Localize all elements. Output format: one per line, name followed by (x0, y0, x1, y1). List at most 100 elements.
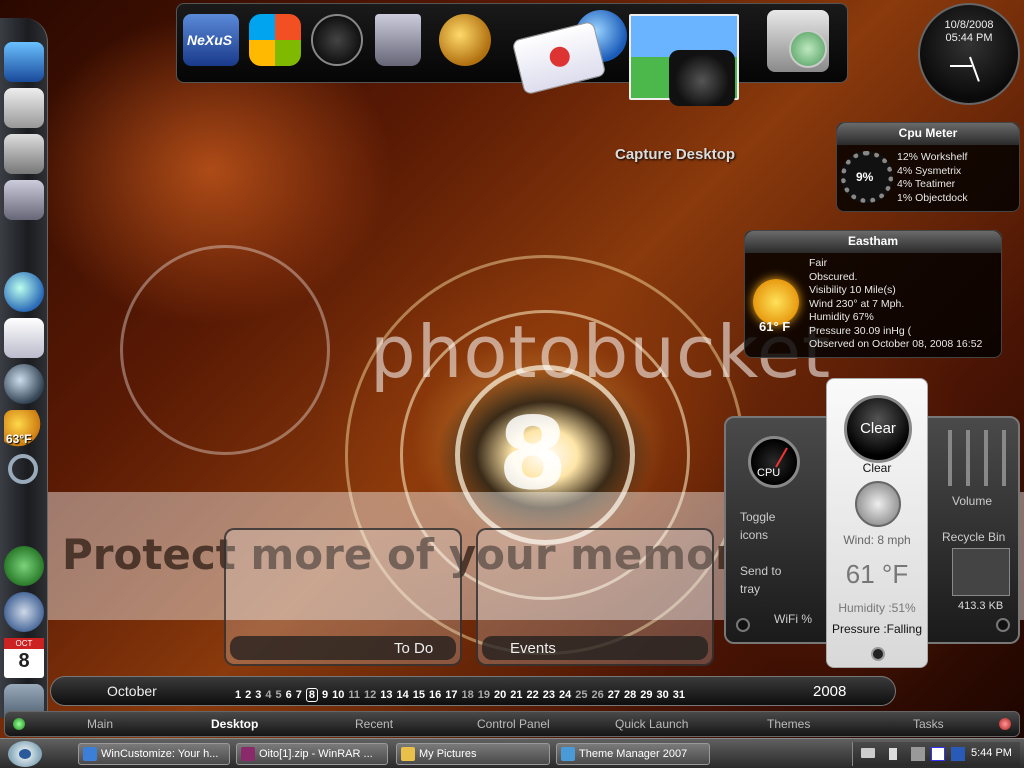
network-globe-icon[interactable] (4, 272, 44, 312)
keyboard-icon[interactable] (861, 748, 875, 758)
weather-gadget-knob[interactable] (871, 647, 885, 661)
cpu-dial-needle (775, 447, 788, 468)
calendar-day[interactable]: 29 (640, 689, 652, 701)
calendar-bar: October 1 2 3 4 5 6 7 8 9 10 11 12 13 14 15 16 17 18 19 20 2… (50, 676, 896, 706)
mail-envelope-icon[interactable] (511, 20, 607, 96)
media-player-icon[interactable] (4, 364, 44, 404)
calendar-icon[interactable]: OCT 8 (4, 638, 44, 678)
monitor-clock-face (789, 30, 827, 68)
pictures-icon[interactable] (4, 134, 44, 174)
paw-icon (19, 749, 31, 759)
calendar-day[interactable]: 27 (608, 689, 620, 701)
volume-icon[interactable] (889, 748, 897, 760)
calendar-day[interactable]: 13 (380, 689, 392, 701)
calendar-day[interactable]: 21 (510, 689, 522, 701)
recycle-bin-thumb[interactable] (952, 548, 1010, 596)
volume-slider[interactable] (1002, 430, 1006, 486)
camera-capture-icon[interactable] (629, 14, 739, 106)
network-icon[interactable] (911, 747, 925, 761)
calendar-day[interactable]: 12 (364, 689, 376, 701)
calendar-day[interactable]: 19 (478, 689, 490, 701)
taskbar-button-label: My Pictures (419, 748, 477, 760)
clock-hand-minute (950, 65, 972, 67)
send-to-tray-label[interactable]: Send to tray (740, 562, 790, 598)
menu-main[interactable]: Main (87, 717, 113, 731)
weather-big-temp: 61 °F (845, 559, 909, 589)
calendar-day[interactable]: 28 (624, 689, 636, 701)
calendar-day[interactable]: 11 (348, 689, 360, 701)
taskbar-button-browser[interactable]: WinCustomize: Your h... (78, 743, 230, 765)
right-knob[interactable] (996, 618, 1010, 632)
calendar-day[interactable]: 18 (462, 689, 474, 701)
taskbar-button-winrar[interactable]: Oito[1].zip - WinRAR ... (236, 743, 388, 765)
volume-slider[interactable] (966, 430, 970, 486)
calendar-day[interactable]: 3 (255, 689, 261, 701)
calendar-day[interactable]: 22 (527, 689, 539, 701)
start-button[interactable] (8, 741, 42, 767)
mail-tray-icon[interactable] (931, 747, 945, 761)
menu-desktop[interactable]: Desktop (211, 717, 258, 731)
calendar-day[interactable]: 9 (322, 689, 328, 701)
calendar-year-label: 2008 (813, 683, 847, 700)
menu-recent[interactable]: Recent (355, 717, 393, 731)
taskbar-clock[interactable]: 5:44 PM (971, 747, 1012, 759)
taskbar-button-theme-manager[interactable]: Theme Manager 2007 (556, 743, 710, 765)
globe-network-icon[interactable] (439, 14, 491, 66)
calendar-day[interactable]: 14 (397, 689, 409, 701)
left-dock: 63°F OCT 8 (0, 18, 48, 724)
menu-control-panel[interactable]: Control Panel (477, 717, 550, 731)
calendar-day[interactable]: 31 (673, 689, 685, 701)
menu-right-led-icon[interactable] (999, 718, 1011, 730)
calendar-day[interactable]: 16 (429, 689, 441, 701)
cpu-dial[interactable]: CPU (748, 436, 800, 488)
taskbar-button-my-pictures[interactable]: My Pictures (396, 743, 550, 765)
calendar-day[interactable]: 24 (559, 689, 571, 701)
weather-wind: Wind: 8 mph (843, 533, 911, 547)
calendar-day[interactable]: 1 (235, 689, 241, 701)
calendar-day[interactable]: 6 (286, 689, 292, 701)
cpu-gauge-value: 9% (856, 170, 874, 184)
recycle-bin-icon[interactable] (375, 14, 421, 66)
calendar-day[interactable]: 2 (245, 689, 251, 701)
calendar-day[interactable]: 20 (494, 689, 506, 701)
calendar-day[interactable]: 30 (657, 689, 669, 701)
tray-app-icon[interactable] (951, 747, 965, 761)
weather-icon[interactable]: 63°F (4, 410, 44, 450)
menu-themes[interactable]: Themes (767, 717, 810, 731)
todo-widget[interactable]: To Do (224, 528, 462, 666)
calendar-day[interactable]: 7 (296, 689, 302, 701)
weather-line: Pressure 30.09 inHg ( (809, 324, 912, 337)
nexus-logo-icon[interactable]: NeXuS (183, 14, 239, 66)
calendar-day[interactable]: 4 (265, 689, 271, 701)
top-dock: NeXuS (176, 3, 848, 106)
mail-send-icon[interactable] (4, 318, 44, 358)
monitor-clock-icon[interactable] (767, 10, 829, 72)
windows-flag-icon[interactable] (249, 14, 301, 66)
clock-gadget[interactable]: 10/8/2008 05:44 PM (918, 3, 1020, 105)
settings-gear-icon[interactable] (4, 592, 44, 632)
volume-slider[interactable] (948, 430, 952, 486)
left-knob[interactable] (736, 618, 750, 632)
clock-icon[interactable] (311, 14, 363, 66)
calendar-day[interactable]: 17 (445, 689, 457, 701)
calendar-day[interactable]: 5 (276, 689, 282, 701)
music-icon[interactable] (4, 180, 44, 220)
toggle-icons-label[interactable]: Toggle icons (740, 508, 790, 544)
gecko-icon[interactable] (4, 546, 44, 586)
weather-clear-button[interactable]: Clear (844, 395, 912, 463)
search-icon[interactable] (8, 454, 38, 484)
recycle-bin-label[interactable]: Recycle Bin (942, 530, 1005, 544)
volume-slider[interactable] (984, 430, 988, 486)
calendar-day[interactable]: 26 (592, 689, 604, 701)
calendar-day[interactable]: 15 (413, 689, 425, 701)
calendar-day[interactable]: 10 (332, 689, 344, 701)
calendar-day[interactable]: 23 (543, 689, 555, 701)
monitor-icon[interactable] (4, 42, 44, 82)
menu-tasks[interactable]: Tasks (913, 717, 944, 731)
documents-icon[interactable] (4, 88, 44, 128)
events-widget[interactable]: Events (476, 528, 714, 666)
calendar-day[interactable]: 25 (575, 689, 587, 701)
volume-sliders[interactable] (944, 430, 1006, 492)
calendar-day-today[interactable]: 8 (305, 688, 318, 702)
menu-quick-launch[interactable]: Quick Launch (615, 717, 688, 731)
